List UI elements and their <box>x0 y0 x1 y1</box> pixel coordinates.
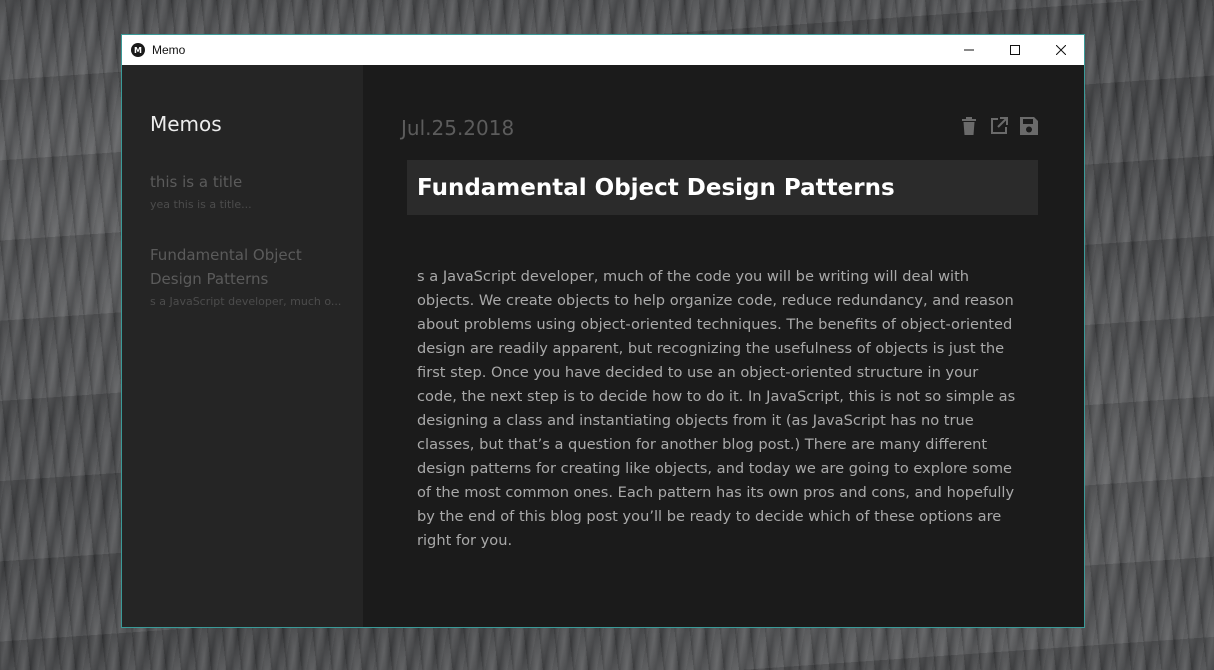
window-controls <box>946 35 1084 65</box>
title-bar[interactable]: M Memo <box>122 35 1084 65</box>
close-button[interactable] <box>1038 35 1084 65</box>
memo-item-title: Fundamental Object Design Patterns <box>150 246 302 288</box>
save-icon <box>1020 117 1038 135</box>
memo-editor: Jul.25.2018 Fundamental Object Design Pa… <box>363 65 1084 627</box>
app-logo-icon: M <box>131 43 145 57</box>
open-external-button[interactable] <box>988 115 1010 137</box>
trash-icon <box>962 117 976 135</box>
save-button[interactable] <box>1018 115 1040 137</box>
memo-body-text[interactable]: s a JavaScript developer, much of the co… <box>417 265 1017 553</box>
memo-date: Jul.25.2018 <box>401 116 515 140</box>
open-external-icon <box>991 117 1008 134</box>
delete-button[interactable] <box>958 115 980 137</box>
close-icon <box>1056 45 1066 55</box>
maximize-icon <box>1010 45 1020 55</box>
editor-toolbar <box>958 115 1040 137</box>
memo-list-item[interactable]: this is a title yea this is a title... <box>150 170 350 211</box>
memo-item-snippet: yea this is a title... <box>150 198 252 211</box>
maximize-button[interactable] <box>992 35 1038 65</box>
memo-item-snippet: s a JavaScript developer, much o... <box>150 295 342 308</box>
minimize-icon <box>964 49 974 51</box>
memo-item-title: this is a title <box>150 173 243 191</box>
minimize-button[interactable] <box>946 35 992 65</box>
memo-title-input[interactable] <box>407 160 1038 215</box>
memo-list-item[interactable]: Fundamental Object Design Patterns s a J… <box>150 243 345 308</box>
memo-app-window: M Memo Memos this is a title yea this is… <box>121 34 1085 628</box>
sidebar-heading: Memos <box>150 112 222 136</box>
memo-sidebar: Memos this is a title yea this is a titl… <box>122 65 363 627</box>
window-title: Memo <box>152 43 186 57</box>
